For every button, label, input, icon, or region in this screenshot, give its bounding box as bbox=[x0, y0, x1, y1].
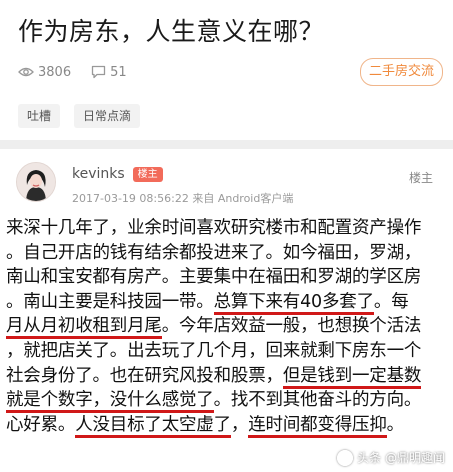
text-segment: 。找不到其他奋斗的方向。 bbox=[213, 390, 422, 411]
highlighted-text: 总算下来有40多套了 bbox=[213, 291, 374, 315]
text-segment: 。自己开店的钱有结余都投进来了。如今福田，罗湖， bbox=[6, 242, 422, 263]
text-line: 社会身份了。也在研究风投和股票，但是钱到一定基数 bbox=[6, 364, 452, 389]
text-segment: 。 bbox=[386, 414, 405, 435]
text-line: 月从月初收租到月尾。今年店效益一般，也想换个活法 bbox=[6, 314, 452, 340]
views-stat: 3806 bbox=[18, 65, 71, 80]
watermark-text: 头条 @鼎明趣闻 bbox=[357, 451, 445, 465]
op-badge: 楼主 bbox=[132, 166, 163, 182]
highlighted-text: 但是钱到一定基数 bbox=[282, 365, 421, 389]
text-segment: 心好累。 bbox=[6, 414, 76, 435]
post-stats: 3806 51 bbox=[18, 62, 147, 82]
post-meta: 2017-03-19 08:56:22 来自 Android客户端 bbox=[72, 192, 294, 205]
text-line: 。自己开店的钱有结余都投进来了。如今福田，罗湖， bbox=[6, 241, 452, 266]
text-line: 就是个数字，没什么感觉了。找不到其他奋斗的方向。 bbox=[6, 388, 452, 414]
text-line: 。南山主要是科技园一带。总算下来有40多套了。每 bbox=[6, 290, 452, 315]
views-count: 3806 bbox=[38, 64, 72, 80]
username-row: kevinks 楼主 bbox=[72, 166, 163, 182]
text-segment: 。南山主要是科技园一带。 bbox=[6, 291, 214, 312]
watermark-logo-icon bbox=[337, 449, 354, 466]
text-line: 来深十几年了，业余时间喜欢研究楼市和配置资产操作 bbox=[6, 216, 452, 241]
text-line: 心好累。人没目标了太空虚了，连时间都变得压抑。 bbox=[6, 413, 452, 438]
text-segment: 南山和宝安都有房产。主要集中在福田和罗湖的学区房 bbox=[6, 267, 422, 288]
reply-body: 来深十几年了，业余时间喜欢研究楼市和配置资产操作 。自己开店的钱有结余都投进来了。… bbox=[6, 216, 452, 438]
section-divider bbox=[0, 140, 453, 149]
comments-stat: 51 bbox=[91, 65, 127, 80]
post-title: 作为房东，人生意义在哪？ bbox=[18, 17, 325, 46]
text-segment: 。每 bbox=[373, 291, 409, 312]
highlighted-text: 人没目标了太空虚了 bbox=[75, 414, 231, 438]
eye-icon bbox=[18, 67, 34, 77]
tag-chip[interactable]: 吐槽 bbox=[18, 104, 61, 128]
watermark: 头条 @鼎明趣闻 bbox=[337, 449, 445, 466]
username[interactable]: kevinks bbox=[72, 166, 125, 182]
comment-icon bbox=[91, 65, 106, 79]
text-segment: 社会身份了。也在研究风投和股票， bbox=[6, 365, 283, 386]
highlighted-text: 连时间都变得压抑 bbox=[248, 414, 387, 438]
highlighted-text: 月从月初收租到月尾 bbox=[6, 316, 162, 340]
avatar[interactable] bbox=[16, 162, 56, 202]
text-line: ，就把店关了。出去玩了几个月，回来就剩下房东一个 bbox=[6, 339, 452, 364]
text-segment: ， bbox=[230, 414, 249, 435]
text-segment: 来深十几年了，业余时间喜欢研究楼市和配置资产操作 bbox=[6, 218, 422, 238]
floor-label: 楼主 bbox=[408, 171, 433, 185]
comments-count: 51 bbox=[110, 64, 127, 80]
text-segment: 。今年店效益一般，也想换个活法 bbox=[161, 316, 422, 337]
user-avatar-icon bbox=[17, 163, 55, 201]
text-segment: ，就把店关了。出去玩了几个月，回来就剩下房东一个 bbox=[6, 340, 422, 361]
text-line: 南山和宝安都有房产。主要集中在福田和罗湖的学区房 bbox=[6, 265, 452, 290]
category-button[interactable]: 二手房交流 bbox=[359, 58, 443, 86]
highlighted-text: 就是个数字，没什么感觉了 bbox=[6, 390, 214, 414]
tag-chip[interactable]: 日常点滴 bbox=[74, 104, 141, 128]
